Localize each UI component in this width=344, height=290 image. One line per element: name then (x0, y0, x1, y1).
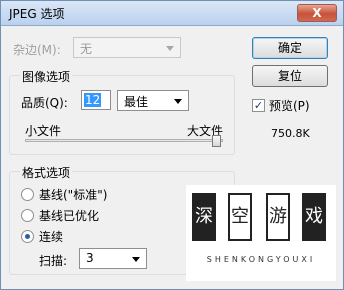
jpeg-options-dialog: JPEG 选项 X 杂边(M): 无 图像选项 品质(Q): 12 最佳 小文件… (0, 0, 344, 290)
chevron-down-icon (166, 46, 174, 51)
matte-label: 杂边(M): (13, 43, 61, 57)
logo-char-1: 深 (192, 193, 216, 241)
baseline-optimized-label: 基线已优化 (39, 209, 100, 223)
quality-input[interactable]: 12 (81, 90, 111, 110)
format-options-title: 格式选项 (20, 164, 73, 181)
scans-select[interactable]: 3 (79, 248, 147, 269)
logo-char-3: 游 (266, 193, 290, 241)
baseline-standard-radio[interactable] (21, 188, 34, 201)
matte-value: 无 (80, 42, 93, 56)
progressive-label: 连续 (39, 230, 64, 244)
small-file-label: 小文件 (25, 124, 62, 138)
image-options-title: 图像选项 (20, 68, 73, 85)
logo-subtitle: SHENKONGYOUXI (206, 255, 316, 264)
baseline-optimized-radio[interactable] (21, 209, 34, 222)
preview-checkbox[interactable]: ✓ (252, 99, 265, 112)
quality-preset-value: 最佳 (124, 95, 149, 109)
quality-slider-track[interactable] (25, 139, 223, 142)
chevron-down-icon (132, 257, 140, 262)
scans-value: 3 (86, 251, 94, 265)
quality-preset-select[interactable]: 最佳 (117, 90, 189, 111)
file-size: 750.8K (271, 127, 310, 140)
watermark-logo: 深 空 游 戏 SHENKONGYOUXI (186, 185, 336, 281)
close-button[interactable]: X (297, 4, 337, 22)
quality-slider-thumb[interactable] (212, 135, 221, 147)
chevron-down-icon (174, 99, 182, 104)
title-bar: JPEG 选项 X (1, 1, 343, 26)
reset-button[interactable]: 复位 (252, 65, 328, 87)
logo-char-4: 戏 (302, 193, 326, 241)
image-options-group: 图像选项 (9, 68, 235, 155)
quality-value: 12 (84, 93, 102, 107)
baseline-standard-label: 基线("标准") (39, 188, 108, 202)
logo-char-2: 空 (228, 193, 252, 241)
matte-select[interactable]: 无 (73, 37, 181, 58)
quality-label: 品质(Q): (21, 96, 68, 110)
progressive-radio[interactable] (21, 230, 34, 243)
window-title: JPEG 选项 (9, 7, 65, 21)
preview-label: 预览(P) (269, 99, 310, 113)
scans-label: 扫描: (39, 254, 68, 268)
ok-button[interactable]: 确定 (252, 37, 328, 59)
